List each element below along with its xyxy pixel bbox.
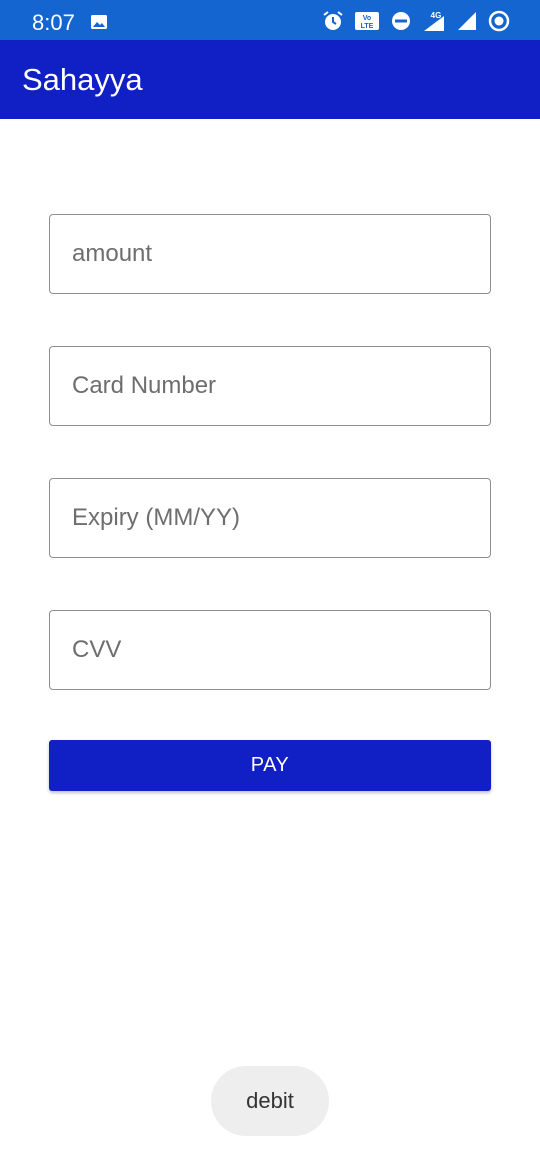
cvv-field-container [49, 610, 491, 690]
card-number-field-container [49, 346, 491, 426]
cvv-input[interactable] [50, 611, 490, 689]
svg-text:LTE: LTE [361, 23, 374, 30]
status-time: 8:07 [32, 10, 75, 35]
alarm-icon [323, 11, 343, 30]
status-icons: Vo LTE 4G [322, 9, 510, 33]
amount-field-container [49, 214, 491, 294]
pay-button[interactable]: PAY [49, 740, 491, 791]
record-icon [488, 10, 510, 32]
app-title: Sahayya [22, 62, 143, 97]
svg-text:4G: 4G [431, 11, 442, 20]
toast-text: debit [246, 1088, 294, 1113]
4g-icon: 4G [424, 11, 444, 31]
status-bar: 8:07 Vo LTE 4G [0, 0, 540, 40]
toast-message: debit [211, 1066, 329, 1136]
svg-text:Vo: Vo [363, 15, 371, 22]
volte-icon: Vo LTE [355, 12, 379, 30]
image-icon [91, 15, 107, 29]
expiry-input[interactable] [50, 479, 490, 557]
expiry-field-container [49, 478, 491, 558]
amount-input[interactable] [50, 215, 490, 293]
app-bar: Sahayya [0, 40, 540, 119]
card-number-input[interactable] [50, 347, 490, 425]
dnd-icon [392, 12, 410, 30]
signal-icon [458, 12, 476, 30]
